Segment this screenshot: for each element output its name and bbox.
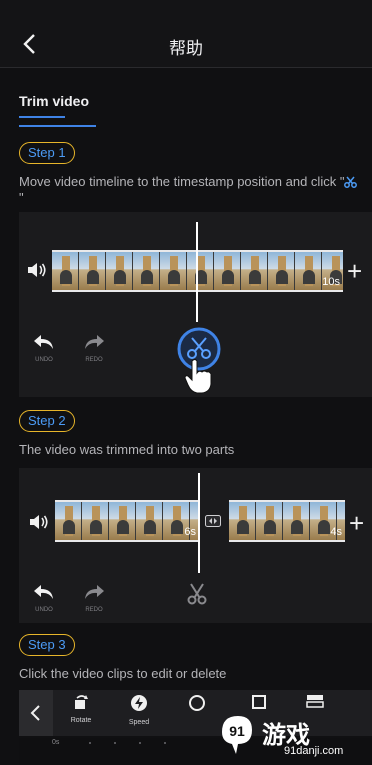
app-header: 帮助 <box>0 0 372 68</box>
redo-icon <box>85 585 104 599</box>
timeline-playhead[interactable] <box>196 222 198 322</box>
speed-tool[interactable]: Speed <box>121 694 157 726</box>
chevron-left-icon <box>30 705 40 721</box>
toolbar-back-button[interactable] <box>19 690 53 736</box>
redo-icon <box>85 335 104 349</box>
timeline-playhead[interactable] <box>198 473 200 573</box>
rotate-tool[interactable]: Rotate <box>63 694 99 724</box>
crop-icon <box>252 695 266 709</box>
rotate-icon <box>75 695 88 709</box>
undo-icon <box>34 585 53 599</box>
undo-button[interactable]: UNDO <box>29 584 59 613</box>
clip-duration: 10s <box>322 276 340 288</box>
video-clip-left[interactable]: 6s <box>55 500 199 542</box>
volume-adjust-icon <box>189 695 205 711</box>
step-1-desc-quote: " <box>19 190 24 205</box>
transition-icon[interactable] <box>205 515 221 527</box>
left-clip-duration: 6s <box>184 526 196 538</box>
filter-icon <box>306 695 324 708</box>
redo-label: REDO <box>85 607 103 613</box>
speed-label: Speed <box>128 719 150 726</box>
add-clip-plus-icon[interactable]: + <box>347 258 362 284</box>
redo-button[interactable]: REDO <box>79 584 109 613</box>
site-watermark: 91 游戏 91danji.com <box>214 710 364 760</box>
timeline-demo-panel-1: 10s + UNDO REDO <box>19 212 372 397</box>
step-1-desc-text: Move video timeline to the timestamp pos… <box>19 174 345 189</box>
scissors-icon <box>344 176 358 188</box>
add-clip-plus-icon[interactable]: + <box>349 510 364 536</box>
step-1-badge: Step 1 <box>19 142 75 164</box>
time-start-label: 0s <box>52 739 60 746</box>
scissors-icon[interactable] <box>185 582 209 606</box>
watermark-logo-icon: 91 <box>222 716 252 754</box>
page-title: 帮助 <box>169 39 203 59</box>
volume-icon[interactable] <box>27 262 47 278</box>
tap-hand-icon <box>184 359 212 394</box>
step-2-description: The video was trimmed into two parts <box>19 442 235 457</box>
undo-label: UNDO <box>35 607 53 613</box>
volume-icon[interactable] <box>29 514 49 530</box>
step-1-description: Move video timeline to the timestamp pos… <box>19 174 359 206</box>
speed-icon <box>131 695 147 711</box>
redo-label: REDO <box>85 357 103 363</box>
video-clip-right[interactable]: 4s <box>229 500 345 542</box>
step-2-badge: Step 2 <box>19 410 75 432</box>
redo-button[interactable]: REDO <box>79 334 109 363</box>
watermark-url: 91danji.com <box>284 745 344 757</box>
timeline-demo-panel-2: 6s 4s + UNDO REDO <box>19 468 372 623</box>
title-underline-long <box>19 125 96 127</box>
right-clip-duration: 4s <box>330 526 342 538</box>
title-underline-short <box>19 116 65 118</box>
section-title-trim-video: Trim video <box>19 93 90 109</box>
volume-tool[interactable] <box>179 694 215 717</box>
undo-icon <box>34 335 53 349</box>
svg-text:91: 91 <box>229 723 245 739</box>
step-3-badge: Step 3 <box>19 634 75 656</box>
undo-label: UNDO <box>35 357 53 363</box>
rotate-label: Rotate <box>70 717 92 724</box>
undo-button[interactable]: UNDO <box>29 334 59 363</box>
step-3-description: Click the video clips to edit or delete <box>19 666 227 681</box>
